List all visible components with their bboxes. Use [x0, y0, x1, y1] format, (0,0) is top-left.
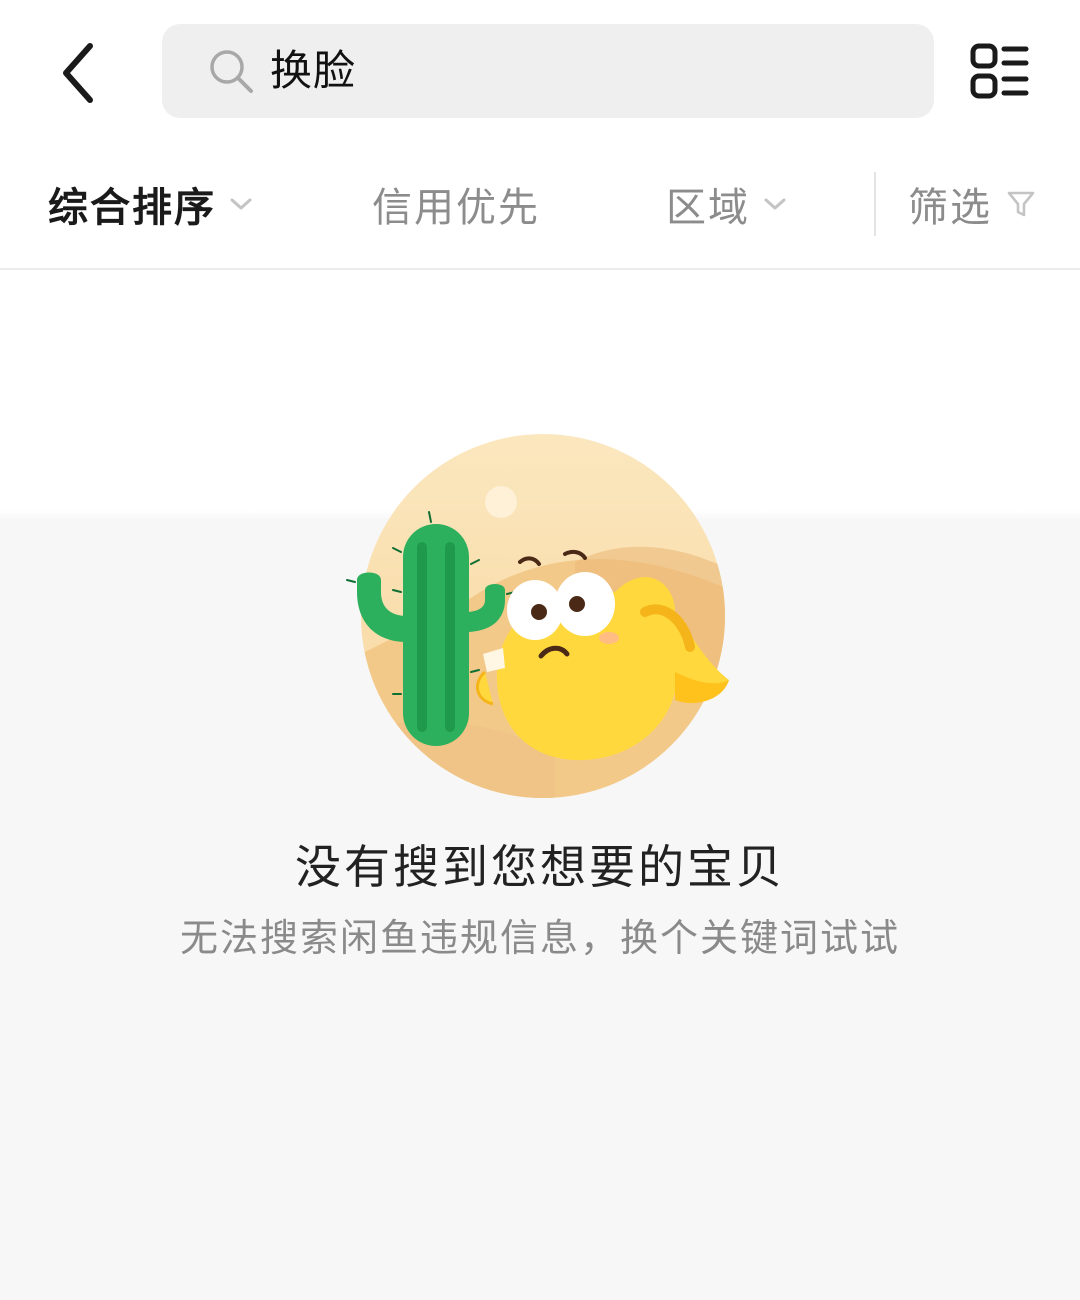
sort-comprehensive[interactable]: 综合排序	[48, 140, 254, 268]
empty-state-subtitle: 无法搜索闲鱼违规信息，换个关键词试试	[179, 916, 900, 960]
search-query-text: 换脸	[270, 46, 357, 95]
sort-credit-first[interactable]: 信用优先	[372, 140, 540, 268]
filter-label: 筛选	[908, 185, 992, 231]
chevron-down-icon	[764, 198, 786, 210]
sort-region-label: 区域	[666, 185, 750, 231]
search-icon	[210, 50, 253, 93]
sort-filter-bar: 综合排序 信用优先 区域 筛选	[0, 140, 1080, 270]
filter-button[interactable]: 筛选	[908, 140, 1036, 268]
search-header: 换脸	[0, 0, 1080, 140]
chevron-left-icon	[63, 43, 93, 103]
chevron-down-icon	[230, 198, 252, 210]
sort-credit-first-label: 信用优先	[372, 185, 540, 231]
sort-comprehensive-label: 综合排序	[48, 185, 216, 231]
empty-state-title: 没有搜到您想要的宝贝	[295, 840, 785, 894]
layout-toggle-button[interactable]	[968, 40, 1032, 104]
sort-region[interactable]: 区域	[666, 140, 788, 268]
back-button[interactable]	[44, 30, 124, 116]
funnel-icon	[1007, 191, 1035, 217]
list-layout-icon	[970, 43, 1029, 99]
empty-result-illustration	[346, 434, 729, 798]
filter-divider	[874, 172, 876, 236]
